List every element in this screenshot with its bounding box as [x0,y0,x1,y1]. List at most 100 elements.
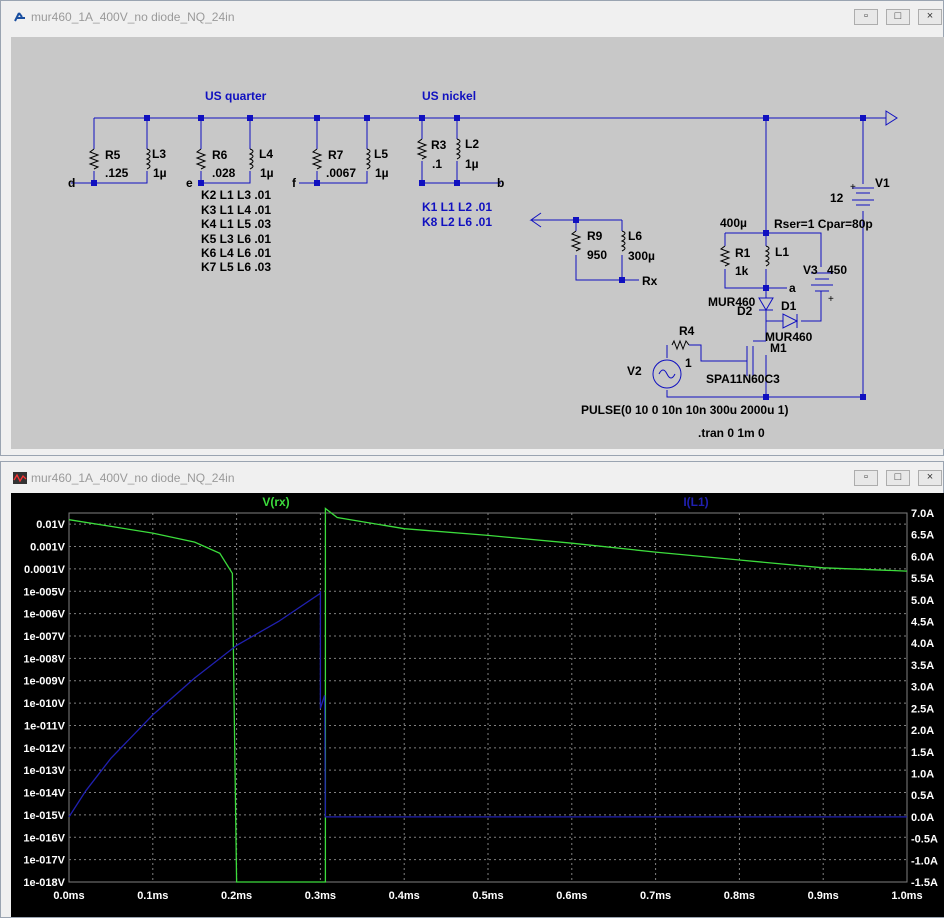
minimize-button[interactable]: ▫ [854,9,878,25]
right-tick-label: 4.5A [911,617,934,629]
left-tick-label: 1e-008V [23,653,65,665]
schematic-canvas[interactable]: US quarter US nickel R5 .125 L3 1µ R6 .0… [11,37,944,449]
right-tick-label: 3.5A [911,660,934,672]
left-tick-label: 1e-015V [23,810,65,822]
waveform-chart[interactable]: 0.0ms 0.1ms 0.2ms 0.3ms 0.4ms 0.5ms 0.6ms 0.7ms… [11,493,944,917]
right-tick-label: 1.5A [911,747,934,759]
label-r4-value: 1 [685,356,692,370]
label-l4: L4 [259,147,273,161]
right-tick-label: 2.0A [911,725,934,737]
label-l6-value: 300µ [628,249,655,263]
node-b: b [497,176,504,190]
label-us-quarter: US quarter [205,89,267,103]
minimize-button[interactable]: ▫ [854,470,878,486]
right-tick-label: 6.0A [911,551,934,563]
label-r5: R5 [105,148,121,162]
label-r5-value: .125 [105,166,129,180]
label-r1-value: 1k [735,264,749,278]
label-v3-value: 450 [827,263,847,277]
schematic-window-title: mur460_1A_400V_no diode_NQ_24in [31,10,235,24]
label-r6: R6 [212,148,228,162]
svg-text:+: + [828,294,834,305]
right-tick-label: 6.5A [911,530,934,542]
maximize-button[interactable]: □ [886,9,910,25]
label-pulse: PULSE(0 10 0 10n 10n 300u 2000u 1) [581,403,788,417]
right-tick-label: 2.5A [911,703,934,715]
x-tick-label: 0.5ms [472,890,503,902]
label-r3-value: .1 [432,157,442,171]
label-v1-value: 12 [830,191,844,205]
label-d2: D2 [737,304,753,318]
node-d: d [68,176,75,190]
x-tick-label: 0.3ms [305,890,336,902]
right-tick-label: 0.0A [911,812,934,824]
label-l5-value: 1µ [375,166,389,180]
plot-pane[interactable]: 0.0ms 0.1ms 0.2ms 0.3ms 0.4ms 0.5ms 0.6ms 0.7ms… [11,493,944,917]
right-tick-label: 5.5A [911,573,934,585]
left-tick-label: 1e-009V [23,676,65,688]
label-r9: R9 [587,229,603,243]
label-v2: V2 [627,364,642,378]
left-tick-label: 1e-005V [23,586,65,598]
left-tick-label: 1e-014V [23,788,65,800]
label-tran: .tran 0 1m 0 [698,426,765,440]
right-tick-label: 7.0A [911,508,934,520]
label-v1: V1 [875,176,890,190]
svg-text:+: + [850,182,856,193]
x-tick-label: 0.0ms [53,890,84,902]
left-tick-label: 1e-007V [23,631,65,643]
schematic-titlebar[interactable]: mur460_1A_400V_no diode_NQ_24in ▫ □ × [1,1,943,31]
maximize-button[interactable]: □ [886,470,910,486]
node-e: e [186,176,193,190]
label-l5: L5 [374,147,388,161]
label-us-nickel: US nickel [422,89,476,103]
right-tick-label: -1.5A [911,877,938,889]
label-r1: R1 [735,246,751,260]
waveform-app-icon [13,472,27,484]
k-line-blue-2: K8 L2 L6 .01 [422,215,492,229]
x-tick-label: 0.8ms [724,890,755,902]
label-r7-value: .0067 [326,166,356,180]
x-tick-label: 0.1ms [137,890,168,902]
right-tick-label: 0.5A [911,790,934,802]
left-tick-label: 1e-013V [23,765,65,777]
label-l3-value: 1µ [153,166,167,180]
label-l2: L2 [465,137,479,151]
node-f: f [292,176,297,190]
schematic-app-icon [14,12,25,22]
left-tick-label: 1e-011V [24,720,66,732]
plot-titlebar[interactable]: mur460_1A_400V_no diode_NQ_24in ▫ □ × [1,462,943,492]
label-rser: Rser=1 Cpar=80p [774,217,873,231]
k-line-blue-1: K1 L1 L2 .01 [422,200,492,214]
left-tick-label: 1e-010V [23,698,65,710]
label-r6-value: .028 [212,166,236,180]
plot-window[interactable]: mur460_1A_400V_no diode_NQ_24in ▫ □ × 0.… [0,461,944,918]
schematic-window[interactable]: mur460_1A_400V_no diode_NQ_24in ▫ □ × US… [0,0,944,456]
k-line-2: K3 L1 L4 .01 [201,203,271,217]
left-tick-label: 1e-018V [23,877,65,889]
label-l6: L6 [628,229,642,243]
label-r4: R4 [679,324,695,338]
left-tick-label: 1e-006V [23,609,65,621]
x-tick-label: 0.2ms [221,890,252,902]
label-m1: M1 [770,341,787,355]
k-line-5: K6 L4 L6 .01 [201,246,271,260]
label-l3: L3 [152,147,166,161]
schematic-drawing[interactable]: US quarter US nickel R5 .125 L3 1µ R6 .0… [11,37,944,449]
x-tick-label: 0.4ms [389,890,420,902]
close-button[interactable]: × [918,9,942,25]
close-button[interactable]: × [918,470,942,486]
label-r7: R7 [328,148,344,162]
label-m1-part: SPA11N60C3 [706,372,780,386]
k-line-6: K7 L5 L6 .03 [201,260,271,274]
x-tick-label: 0.7ms [640,890,671,902]
left-tick-label: 0.0001V [24,564,66,576]
label-l2-value: 1µ [465,157,479,171]
right-tick-label: -1.0A [911,855,938,867]
label-r9-value: 950 [587,248,607,262]
right-tick-label: 5.0A [911,595,934,607]
node-rx: Rx [642,274,658,288]
legend-label-vrx: V(rx) [262,495,289,509]
label-l4-value: 1µ [260,166,274,180]
label-l1: L1 [775,245,789,259]
